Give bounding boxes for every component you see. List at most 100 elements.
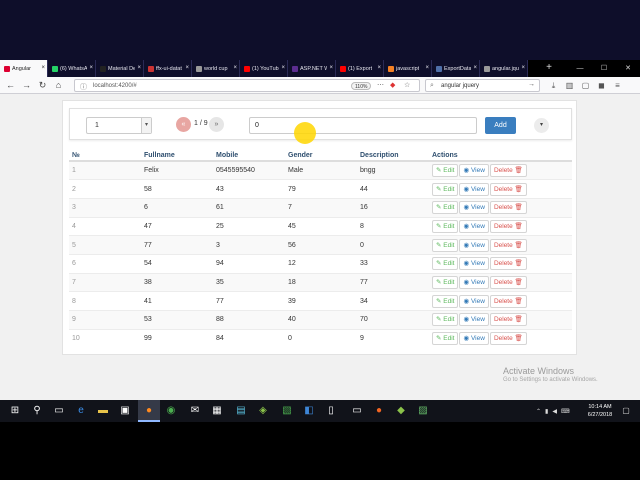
tab-close-icon[interactable]: × — [377, 65, 381, 71]
column-header-description[interactable]: Description — [357, 150, 429, 162]
browser-tab[interactable]: (1) YouTub × — [240, 60, 288, 77]
start-icon[interactable]: ⊞ — [4, 400, 26, 422]
network-icon[interactable]: ▮ — [545, 408, 548, 415]
maximize-button[interactable]: ☐ — [592, 60, 616, 77]
browser-tab[interactable]: ASP.NET W × — [288, 60, 336, 77]
browser-tab[interactable]: javascript × — [384, 60, 432, 77]
column-header-gender[interactable]: Gender — [285, 150, 357, 162]
mail-icon[interactable]: ✉ — [184, 400, 206, 422]
edit-button[interactable]: ✎ Edit — [432, 294, 459, 308]
page-actions-icon[interactable]: ⋯ — [377, 81, 384, 89]
filter-input[interactable] — [249, 117, 477, 134]
previous-page-button[interactable]: « — [176, 117, 191, 132]
file-explorer-icon[interactable]: ▬ — [92, 400, 114, 422]
view-button[interactable]: ◉ View — [459, 257, 489, 271]
options-dropdown-button[interactable]: ▾ — [534, 118, 549, 133]
delete-button[interactable]: Delete 🗑 — [489, 294, 527, 308]
search-go-icon[interactable]: → — [528, 81, 535, 88]
edit-button[interactable]: ✎ Edit — [432, 257, 459, 271]
excel-icon[interactable]: ▧ — [276, 400, 298, 422]
delete-button[interactable]: Delete 🗑 — [489, 219, 527, 233]
android-icon[interactable]: ◆ — [390, 400, 412, 422]
firefox-icon[interactable]: ● — [138, 400, 160, 422]
back-icon[interactable]: ← — [4, 79, 17, 92]
browser-tab[interactable]: Angular × — [0, 60, 48, 77]
store-icon[interactable]: ▣ — [114, 400, 136, 422]
page-size-select[interactable]: 1 ▾ — [86, 117, 152, 134]
delete-button[interactable]: Delete 🗑 — [489, 238, 527, 252]
notification-icon[interactable]: ▢ — [618, 400, 634, 422]
tray-arrow-icon[interactable]: ⌃ — [536, 408, 541, 415]
pocket-icon[interactable]: ◆ — [390, 81, 395, 89]
extension-icon[interactable]: ◼ — [596, 80, 607, 91]
view-button[interactable]: ◉ View — [459, 238, 489, 252]
delete-button[interactable]: Delete 🗑 — [489, 257, 527, 271]
add-button[interactable]: Add — [485, 117, 516, 134]
notepad-icon[interactable]: ▨ — [412, 400, 434, 422]
zoom-level-badge[interactable]: 110% — [351, 82, 372, 90]
edit-button[interactable]: ✎ Edit — [432, 219, 459, 233]
edit-button[interactable]: ✎ Edit — [432, 164, 459, 178]
remote-desktop-icon[interactable]: ▤ — [230, 400, 252, 422]
sidebar-icon[interactable]: ▢ — [580, 80, 591, 91]
url-bar[interactable]: ⓘ localhost:4200/# 110% ⋯ ◆ ☆ — [74, 79, 420, 92]
browser-tab[interactable]: ffx-ui-datat × — [144, 60, 192, 77]
search-bar[interactable]: ⌕ angular jquery → — [425, 79, 540, 92]
delete-button[interactable]: Delete 🗑 — [489, 275, 527, 289]
edit-button[interactable]: ✎ Edit — [432, 332, 459, 346]
tab-close-icon[interactable]: × — [185, 65, 189, 71]
view-button[interactable]: ◉ View — [459, 294, 489, 308]
volume-icon[interactable]: ◀ — [552, 408, 557, 415]
menu-icon[interactable]: ≡ — [612, 80, 623, 91]
view-button[interactable]: ◉ View — [459, 219, 489, 233]
app-icon-green[interactable]: ◈ — [252, 400, 274, 422]
view-button[interactable]: ◉ View — [459, 182, 489, 196]
tab-close-icon[interactable]: × — [41, 65, 45, 71]
edge-icon[interactable]: e — [70, 400, 92, 422]
view-button[interactable]: ◉ View — [459, 201, 489, 215]
bookmark-star-icon[interactable]: ☆ — [404, 81, 410, 89]
photos-icon[interactable]: ▦ — [206, 400, 228, 422]
browser-tab[interactable]: (6) WhatsApp× — [48, 60, 96, 77]
postman-icon[interactable]: ● — [368, 400, 390, 422]
new-tab-button[interactable]: + — [543, 62, 555, 74]
view-button[interactable]: ◉ View — [459, 332, 489, 346]
taskbar-clock[interactable]: 10:14 AM 6/27/2018 — [584, 403, 616, 419]
delete-button[interactable]: Delete 🗑 — [489, 164, 527, 178]
visual-studio-icon[interactable]: ◧ — [298, 400, 320, 422]
close-window-button[interactable]: ✕ — [616, 60, 640, 77]
edit-button[interactable]: ✎ Edit — [432, 182, 459, 196]
column-header-number[interactable]: № — [69, 150, 141, 162]
edit-button[interactable]: ✎ Edit — [432, 313, 459, 327]
browser-tab[interactable]: ExportData × — [432, 60, 480, 77]
delete-button[interactable]: Delete 🗑 — [489, 201, 527, 215]
browser-tab[interactable]: world cup × — [192, 60, 240, 77]
download-icon[interactable]: ⤓ — [548, 80, 559, 91]
reload-icon[interactable]: ↻ — [36, 79, 49, 92]
tab-close-icon[interactable]: × — [281, 65, 285, 71]
language-icon[interactable]: ⌨ — [561, 408, 570, 415]
search-taskbar-icon[interactable]: ⚲ — [26, 400, 48, 422]
edit-button[interactable]: ✎ Edit — [432, 201, 459, 215]
column-header-mobile[interactable]: Mobile — [213, 150, 285, 162]
sql-icon[interactable]: ▯ — [320, 400, 342, 422]
delete-button[interactable]: Delete 🗑 — [489, 332, 527, 346]
view-button[interactable]: ◉ View — [459, 164, 489, 178]
browser-tab[interactable]: Material De × — [96, 60, 144, 77]
tab-close-icon[interactable]: × — [521, 65, 525, 71]
delete-button[interactable]: Delete 🗑 — [489, 313, 527, 327]
next-page-button[interactable]: » — [209, 117, 224, 132]
column-header-fullname[interactable]: Fullname — [141, 150, 213, 162]
task-view-icon[interactable]: ▭ — [48, 400, 70, 422]
tab-close-icon[interactable]: × — [233, 65, 237, 71]
minimize-button[interactable]: — — [568, 60, 592, 77]
info-icon[interactable]: ⓘ — [80, 82, 87, 92]
terminal-icon[interactable]: ▭ — [346, 400, 368, 422]
view-button[interactable]: ◉ View — [459, 313, 489, 327]
chrome-icon[interactable]: ◉ — [160, 400, 182, 422]
tab-close-icon[interactable]: × — [89, 65, 93, 71]
tab-close-icon[interactable]: × — [473, 65, 477, 71]
tab-close-icon[interactable]: × — [329, 65, 333, 71]
view-button[interactable]: ◉ View — [459, 275, 489, 289]
library-icon[interactable]: ▥ — [564, 80, 575, 91]
